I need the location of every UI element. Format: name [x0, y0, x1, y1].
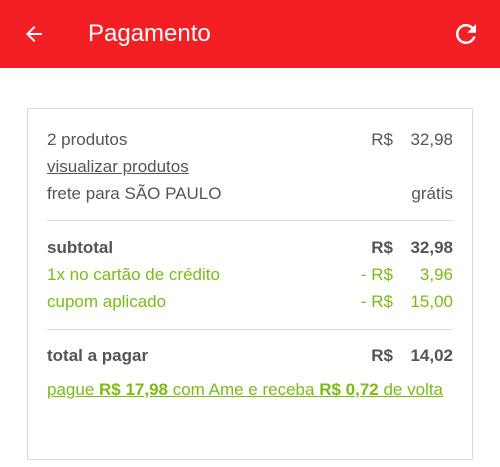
promo-prefix: pague	[47, 380, 99, 399]
subtotal-label: subtotal	[47, 238, 114, 257]
page-title: Pagamento	[88, 20, 211, 47]
shipping-row: frete para SÃO PAULO grátis	[47, 181, 453, 207]
promo-pay-amount: R$ 17,98	[99, 380, 168, 399]
app-bar: Pagamento	[0, 0, 500, 68]
subtotal-currency: R$	[371, 238, 393, 257]
products-currency: R$	[371, 130, 393, 149]
coupon-row: cupom aplicado - R$ 15,00	[47, 289, 453, 315]
products-amount: 32,98	[410, 130, 453, 149]
subtotal-row: subtotal R$ 32,98	[47, 235, 453, 261]
view-products-row: visualizar produtos	[47, 154, 453, 180]
coupon-currency: - R$	[360, 292, 393, 311]
shipping-label: frete para SÃO PAULO	[47, 184, 222, 203]
subtotal-amount: 32,98	[410, 238, 453, 257]
refresh-icon	[455, 23, 476, 44]
products-label: 2 produtos	[47, 130, 128, 149]
products-row: 2 produtos R$ 32,98	[47, 127, 453, 153]
credit-card-discount-row: 1x no cartão de crédito - R$ 3,96	[47, 262, 453, 288]
credit-card-amount: 3,96	[419, 265, 453, 284]
view-products-link[interactable]: visualizar produtos	[47, 154, 189, 180]
back-button[interactable]	[14, 14, 54, 54]
total-amount: 14,02	[410, 346, 453, 365]
arrow-left-icon	[26, 26, 42, 42]
credit-card-label: 1x no cartão de crédito	[47, 265, 220, 284]
promo-cashback-amount: R$ 0,72	[319, 380, 379, 399]
total-currency: R$	[371, 346, 393, 365]
promo-suffix: de volta	[378, 380, 443, 399]
shipping-value: grátis	[411, 184, 453, 203]
total-row: total a pagar R$ 14,02	[47, 343, 453, 369]
credit-card-currency: - R$	[360, 265, 393, 284]
divider	[47, 329, 453, 330]
payment-summary-card: 2 produtos R$ 32,98 visualizar produtos …	[27, 108, 473, 460]
promo-middle: com Ame e receba	[168, 380, 320, 399]
ame-cashback-link[interactable]: pague R$ 17,98 com Ame e receba R$ 0,72 …	[47, 377, 453, 403]
coupon-amount: 15,00	[410, 292, 453, 311]
total-label: total a pagar	[47, 346, 149, 365]
divider	[47, 220, 453, 221]
coupon-label: cupom aplicado	[47, 292, 167, 311]
refresh-button[interactable]	[446, 14, 486, 54]
